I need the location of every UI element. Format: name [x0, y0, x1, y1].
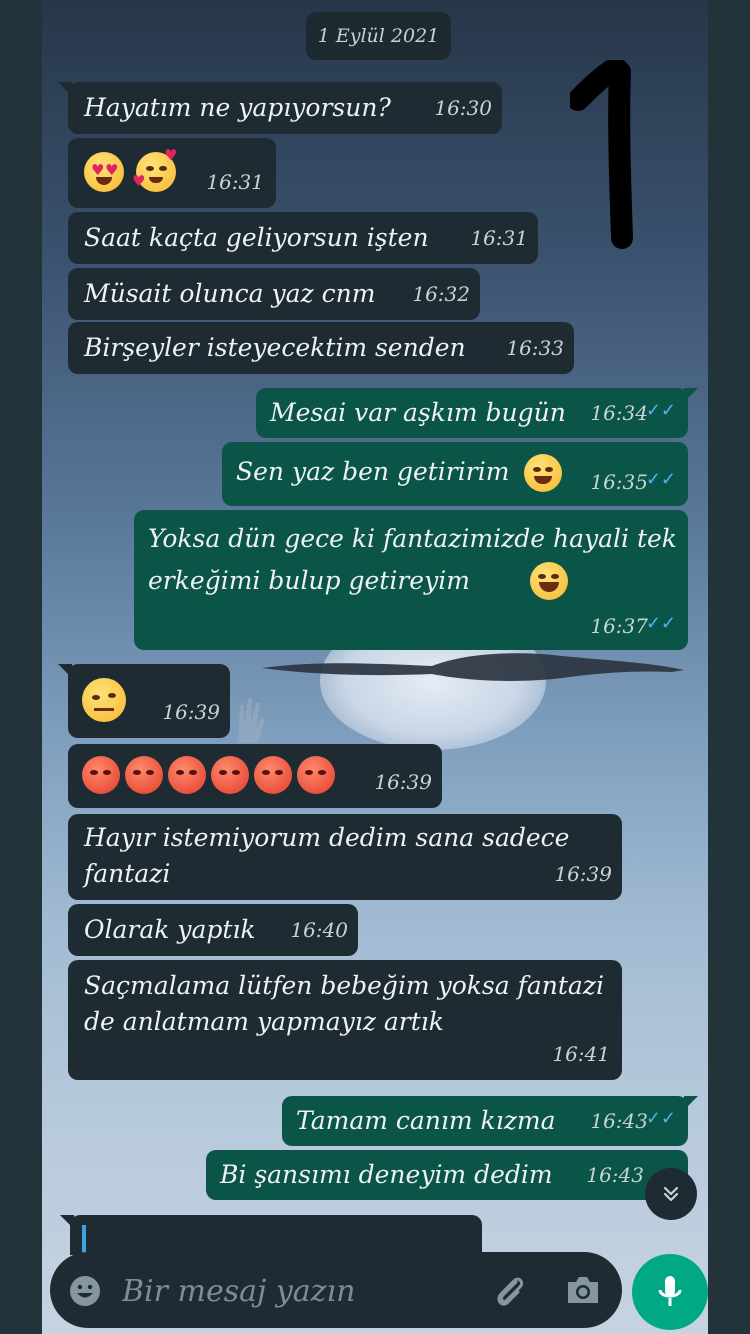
message-text: Birşeyler isteyecektim senden: [84, 333, 466, 362]
message-time: 16:37: [590, 614, 648, 638]
message-time: 16:31: [206, 170, 264, 194]
message-time: 16:34: [590, 401, 648, 425]
pouting-face-icon: [168, 756, 206, 794]
message-time: 16:39: [554, 862, 612, 886]
message-time: 16:31: [470, 226, 528, 250]
incoming-message[interactable]: Olarak yaptık 16:40: [68, 904, 358, 956]
double-check-icon: ✓✓: [645, 469, 676, 490]
incoming-message[interactable]: Hayır istemiyorum dedim sana sadece fant…: [68, 814, 622, 900]
message-text: Bi şansımı deneyim dedim: [220, 1160, 553, 1189]
incoming-message[interactable]: 16:39: [58, 664, 230, 738]
pouting-face-icon: [297, 756, 335, 794]
face-with-tears-of-joy-icon: [530, 562, 568, 600]
message-text: Tamam canım kızma: [296, 1106, 556, 1135]
handwritten-annotation: [570, 60, 633, 249]
message-text: Yoksa dün gece ki fantazimizde hayali te…: [148, 524, 677, 595]
smiling-face-with-heart-eyes-icon: ♥ ♥: [84, 152, 124, 192]
message-input[interactable]: [120, 1264, 514, 1318]
outgoing-message[interactable]: Mesai var aşkım bugün 16:34 ✓✓: [256, 388, 698, 438]
message-text: Saat kaçta geliyorsun işten: [84, 223, 429, 252]
paperclip-icon[interactable]: [490, 1270, 530, 1310]
pouting-face-icon: [254, 756, 292, 794]
camera-icon[interactable]: [564, 1272, 602, 1308]
emoji-icon[interactable]: [68, 1274, 102, 1308]
incoming-message[interactable]: Saçmalama lütfen bebeğim yoksa fantazi d…: [68, 960, 622, 1080]
chevron-double-down-icon: [663, 1186, 679, 1202]
date-separator: 1 Eylül 2021: [306, 12, 451, 60]
message-text: Sen yaz ben getiririm: [236, 457, 510, 486]
reaction-hand-image: [238, 699, 265, 743]
incoming-message[interactable]: Müsait olunca yaz cnm 16:32: [68, 268, 480, 320]
double-check-icon: ✓✓: [645, 613, 676, 634]
message-time: 16:39: [162, 700, 220, 724]
quote-bar: [82, 1225, 86, 1255]
partial-message[interactable]: [60, 1215, 482, 1255]
pouting-face-icon: [82, 756, 120, 794]
message-time: 16:39: [374, 770, 432, 794]
message-text: Mesai var aşkım bugün: [270, 398, 566, 427]
outgoing-message[interactable]: Tamam canım kızma 16:43 ✓✓: [282, 1096, 698, 1146]
message-text: Olarak yaptık: [84, 915, 256, 944]
message-time: 16:33: [506, 336, 564, 360]
message-text: Saçmalama lütfen bebeğim yoksa fantazi d…: [84, 971, 604, 1036]
microphone-button[interactable]: [632, 1254, 708, 1330]
outgoing-message[interactable]: Sen yaz ben getiririm 16:35 ✓✓: [222, 442, 688, 506]
message-text: Hayatım ne yapıyorsun?: [84, 93, 391, 122]
message-time: 16:32: [412, 282, 470, 306]
message-time: 16:43: [590, 1109, 648, 1133]
incoming-message[interactable]: Saat kaçta geliyorsun işten 16:31: [68, 212, 538, 264]
message-time: 16:43: [586, 1163, 644, 1187]
face-with-raised-eyebrow-icon: [82, 678, 126, 722]
pouting-face-icon: [211, 756, 249, 794]
incoming-message[interactable]: ♥ ♥ ♥ ♥ 16:31: [68, 138, 276, 208]
message-text: Müsait olunca yaz cnm: [84, 279, 376, 308]
message-time: 16:35: [590, 470, 648, 494]
outgoing-message[interactable]: Bi şansımı deneyim dedim 16:43: [206, 1150, 688, 1200]
double-check-icon: ✓✓: [645, 400, 676, 421]
outgoing-message[interactable]: Yoksa dün gece ki fantazimizde hayali te…: [134, 510, 688, 650]
incoming-message[interactable]: Birşeyler isteyecektim senden 16:33: [68, 322, 574, 374]
message-text: Hayır istemiyorum dedim sana sadece fant…: [84, 823, 570, 888]
smiling-face-icon: [524, 454, 562, 492]
incoming-message[interactable]: 16:39: [68, 744, 442, 808]
smiling-face-with-hearts-icon: ♥ ♥: [131, 146, 178, 192]
microphone-icon: [658, 1276, 682, 1306]
scroll-to-bottom-button[interactable]: [645, 1168, 697, 1220]
message-composer: [50, 1252, 622, 1328]
message-time: 16:30: [434, 96, 492, 120]
message-time: 16:40: [290, 918, 348, 942]
incoming-message[interactable]: Hayatım ne yapıyorsun? 16:30: [58, 82, 502, 134]
message-time: 16:41: [552, 1042, 610, 1066]
pouting-face-icon: [125, 756, 163, 794]
double-check-icon: ✓✓: [645, 1108, 676, 1129]
